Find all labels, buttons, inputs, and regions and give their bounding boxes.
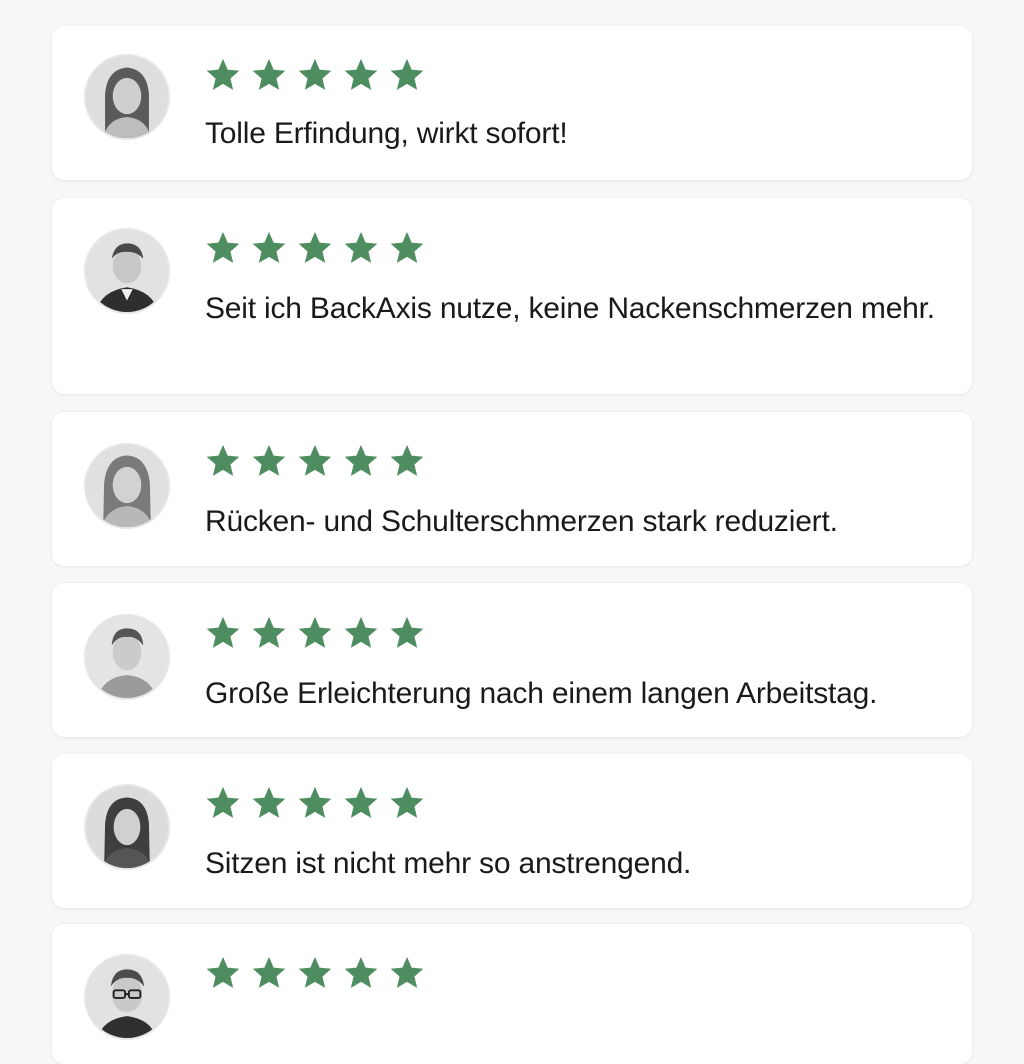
- review-card: [52, 924, 972, 1064]
- star-icon: [390, 231, 424, 263]
- star-icon: [344, 616, 378, 648]
- review-text: Seit ich BackAxis nutze, keine Nackensch…: [205, 292, 935, 325]
- star-icon: [206, 616, 240, 648]
- review-card: Sitzen ist nicht mehr so anstrengend.: [52, 754, 972, 908]
- star-icon: [344, 58, 378, 90]
- star-icon: [252, 956, 286, 988]
- review-text: Tolle Erfindung, wirkt sofort!: [205, 117, 568, 150]
- review-text: Sitzen ist nicht mehr so anstrengend.: [205, 847, 692, 880]
- man-portrait-icon: [86, 616, 168, 698]
- star-rating: [204, 56, 426, 94]
- star-icon: [390, 58, 424, 90]
- review-card: Rücken- und Schulterschmerzen stark redu…: [52, 412, 972, 566]
- star-icon: [252, 444, 286, 476]
- star-icon: [252, 58, 286, 90]
- woman-portrait-icon: [86, 56, 168, 138]
- man-suit-portrait-icon: [86, 230, 168, 312]
- star-icon: [390, 616, 424, 648]
- star-icon: [206, 786, 240, 818]
- star-icon: [298, 444, 332, 476]
- review-card: Große Erleichterung nach einem langen Ar…: [52, 583, 972, 737]
- star-rating: [204, 954, 426, 992]
- star-icon: [390, 786, 424, 818]
- star-icon: [252, 231, 286, 263]
- star-icon: [298, 786, 332, 818]
- star-icon: [252, 786, 286, 818]
- star-icon: [344, 231, 378, 263]
- star-icon: [298, 616, 332, 648]
- star-icon: [298, 231, 332, 263]
- star-icon: [206, 956, 240, 988]
- avatar: [84, 443, 170, 529]
- man-glasses-portrait-icon: [86, 956, 168, 1038]
- avatar: [84, 784, 170, 870]
- star-rating: [204, 614, 426, 652]
- star-icon: [390, 956, 424, 988]
- star-rating: [204, 784, 426, 822]
- star-icon: [206, 58, 240, 90]
- woman-portrait-icon: [86, 786, 168, 868]
- woman-portrait-icon: [86, 445, 168, 527]
- star-icon: [344, 786, 378, 818]
- star-icon: [206, 231, 240, 263]
- review-card: Seit ich BackAxis nutze, keine Nackensch…: [52, 198, 972, 394]
- star-icon: [390, 444, 424, 476]
- star-rating: [204, 229, 426, 267]
- star-icon: [206, 444, 240, 476]
- star-icon: [344, 444, 378, 476]
- star-rating: [204, 442, 426, 480]
- star-icon: [298, 58, 332, 90]
- review-text: Rücken- und Schulterschmerzen stark redu…: [205, 505, 838, 538]
- review-card: Tolle Erfindung, wirkt sofort!: [52, 26, 972, 180]
- star-icon: [252, 616, 286, 648]
- avatar: [84, 614, 170, 700]
- star-icon: [298, 956, 332, 988]
- avatar: [84, 228, 170, 314]
- review-text: Große Erleichterung nach einem langen Ar…: [205, 677, 878, 710]
- avatar: [84, 54, 170, 140]
- avatar: [84, 954, 170, 1040]
- star-icon: [344, 956, 378, 988]
